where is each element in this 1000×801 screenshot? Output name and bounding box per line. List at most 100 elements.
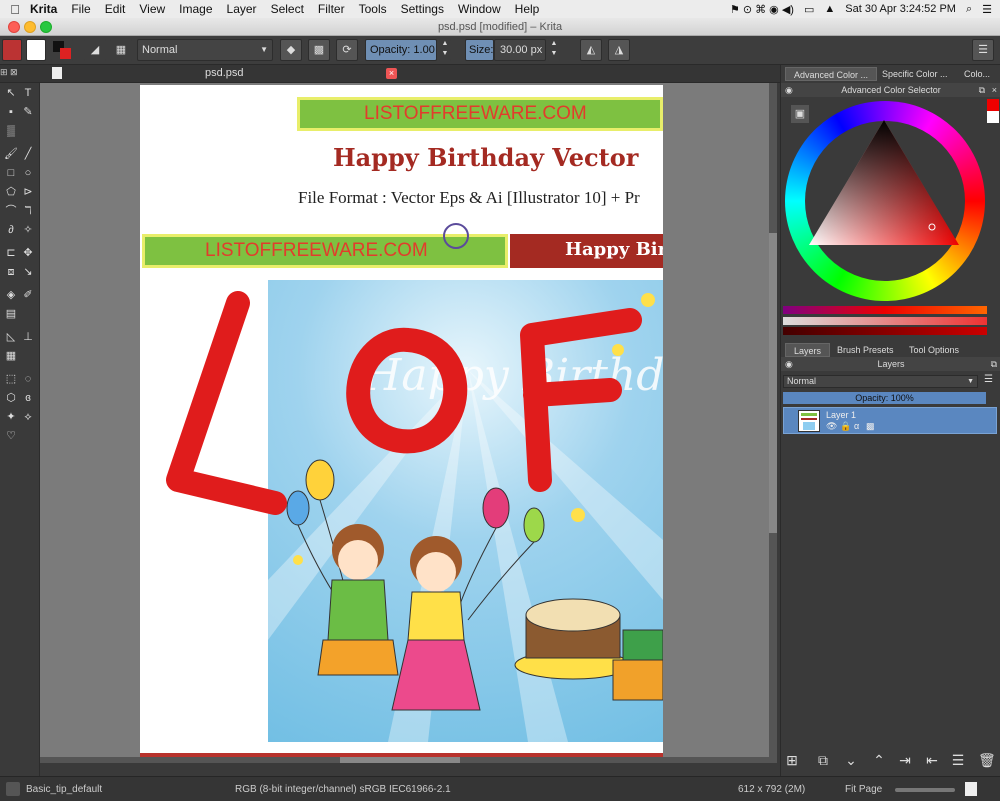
battery-icon[interactable]: ▭ — [804, 3, 814, 16]
close-docker-icon[interactable]: × — [992, 83, 997, 97]
layer-inherit-alpha-icon[interactable]: ▩ — [866, 421, 875, 432]
reference-tool-icon[interactable]: ⊥ — [21, 330, 35, 344]
dynamic-brush-tool-icon[interactable]: ∂ — [4, 223, 18, 237]
zoom-window-button[interactable] — [40, 21, 52, 33]
layer-visibility-icon[interactable]: 👁 — [826, 421, 837, 432]
color-patch-bar-2[interactable] — [783, 327, 987, 335]
horizontal-scrollbar[interactable] — [40, 757, 777, 763]
bezier-tool-icon[interactable]: ⌒ — [4, 204, 18, 218]
bezier-select-tool-icon[interactable]: ♡ — [4, 429, 18, 443]
gradient-icon[interactable]: ◢ — [84, 39, 106, 61]
layer-alpha-icon[interactable]: α — [854, 421, 859, 431]
color-patch-bar-1[interactable] — [783, 317, 987, 325]
rect-select-tool-icon[interactable]: ⬚ — [4, 372, 18, 386]
pattern-icon[interactable]: ▦ — [110, 39, 132, 61]
menu-layer[interactable]: Layer — [227, 2, 257, 16]
tab-specific-color[interactable]: Specific Color ... — [874, 67, 956, 81]
menu-view[interactable]: View — [139, 2, 165, 16]
apple-menu-icon[interactable]:  — [0, 2, 30, 17]
previous-color-swatch[interactable] — [987, 111, 999, 123]
eraser-mode-icon[interactable]: ◆ — [280, 39, 302, 61]
minimize-window-button[interactable] — [24, 21, 36, 33]
layer-opacity-slider[interactable]: Opacity: 100% — [783, 392, 986, 404]
move-layer-down-icon[interactable]: ⌄ — [843, 752, 859, 768]
calligraphy-tool-icon[interactable]: ✎ — [21, 105, 35, 119]
opacity-stepper[interactable]: ▲ ▼ — [439, 39, 451, 61]
tab-tool-options[interactable]: Tool Options — [901, 343, 967, 357]
polyline-tool-icon[interactable]: ⊳ — [21, 185, 35, 199]
tab-brush-presets[interactable]: Brush Presets — [829, 343, 902, 357]
menu-image[interactable]: Image — [179, 2, 212, 16]
menu-settings[interactable]: Settings — [401, 2, 444, 16]
layers-lock-icon[interactable]: ◉ — [785, 357, 793, 371]
layer-row[interactable]: Layer 1 👁 🔒 α ▩ — [783, 407, 997, 434]
airplay-icon[interactable]: ▲ — [824, 3, 835, 15]
opacity-slider[interactable]: Opacity: 1.00 — [365, 39, 437, 61]
tab-advanced-color[interactable]: Advanced Color ... — [785, 67, 878, 81]
clock[interactable]: Sat 30 Apr 3:24:52 PM — [845, 3, 956, 15]
contiguous-select-tool-icon[interactable]: ✦ — [4, 410, 18, 424]
menu-filter[interactable]: Filter — [318, 2, 345, 16]
saturation-value-triangle[interactable] — [809, 120, 969, 250]
document-tab[interactable]: psd.psd — [205, 67, 244, 79]
add-layer-icon[interactable]: ⊞ — [784, 752, 800, 768]
menu-window[interactable]: Window — [458, 2, 501, 16]
menu-edit[interactable]: Edit — [105, 2, 126, 16]
tab-layers[interactable]: Layers — [785, 343, 831, 357]
close-window-button[interactable] — [8, 21, 20, 33]
grid-tool-icon[interactable]: ▦ — [4, 349, 18, 363]
layers-float-icon[interactable]: ⧉ — [991, 357, 997, 371]
color-history-bar[interactable] — [783, 306, 987, 314]
preserve-alpha-icon[interactable]: ▩ — [308, 39, 330, 61]
blend-mode-select[interactable]: Normal ▼ — [137, 39, 273, 61]
measure-tool-icon[interactable]: ◺ — [4, 330, 18, 344]
layer-properties-icon[interactable]: ⇥ — [897, 752, 913, 768]
delete-layer-icon[interactable]: 🗑 — [978, 752, 996, 768]
merge-layer-icon[interactable]: ⇤ — [924, 752, 940, 768]
menu-help[interactable]: Help — [515, 2, 540, 16]
ellipse-tool-icon[interactable]: ○ — [21, 166, 35, 180]
docker-lock-icon[interactable]: ◉ — [785, 83, 793, 97]
notification-center-icon[interactable]: ☰ — [982, 3, 992, 16]
spotlight-icon[interactable]: ⌕ — [966, 3, 972, 16]
close-tab-icon[interactable]: × — [386, 68, 397, 79]
similar-select-tool-icon[interactable]: ⟡ — [21, 410, 35, 424]
color-picker-tool-icon[interactable]: ✐ — [21, 288, 35, 302]
edit-shapes-tool-icon[interactable]: ▪ — [4, 105, 18, 119]
vertical-scrollbar[interactable] — [769, 83, 777, 757]
size-stepper[interactable]: ▲ ▼ — [548, 39, 560, 61]
menu-tools[interactable]: Tools — [359, 2, 387, 16]
toolbar-menu-icon[interactable]: ☰ — [972, 39, 994, 61]
assistant-tool-icon[interactable]: ▤ — [4, 307, 18, 321]
layer-filter-icon[interactable]: ☰ — [984, 374, 993, 385]
brush-tool-icon[interactable]: 🖌 — [4, 147, 18, 161]
tab-colo[interactable]: Colo... — [956, 67, 998, 81]
crop-tool-icon[interactable]: ⊏ — [4, 246, 18, 260]
color-selector-settings-icon[interactable]: ▣ — [791, 105, 809, 123]
freehand-select-tool-icon[interactable]: ɞ — [21, 391, 35, 405]
text-tool-icon[interactable]: T — [21, 86, 35, 100]
layer-menu-icon[interactable]: ☰ — [950, 752, 966, 768]
float-docker-icon[interactable]: ⧉ — [979, 83, 985, 97]
duplicate-layer-icon[interactable]: ⧉ — [815, 752, 831, 768]
transform-tool-icon[interactable]: ⧈ — [4, 265, 18, 279]
freehand-path-tool-icon[interactable]: ℸ — [21, 204, 35, 218]
polygon-tool-icon[interactable]: ⬠ — [4, 185, 18, 199]
brush-preset-button[interactable] — [2, 39, 22, 61]
layer-blend-mode-select[interactable]: Normal ▼ — [783, 375, 978, 388]
layer-lock-icon[interactable]: 🔒 — [840, 421, 851, 432]
current-color-swatch[interactable] — [987, 99, 999, 111]
move-layer-up-icon[interactable]: ⌃ — [871, 752, 887, 768]
document-page[interactable]: LISTOFFREEWARE.COM Happy Birthday Vector… — [140, 85, 663, 763]
rectangle-tool-icon[interactable]: □ — [4, 166, 18, 180]
status-menu-icons[interactable]: ⚑ ⊙ ⌘ ◉ ◀) — [730, 3, 794, 16]
polygon-select-tool-icon[interactable]: ⬡ — [4, 391, 18, 405]
zoom-slider[interactable] — [895, 788, 955, 792]
fill-tool-icon[interactable]: ◈ — [4, 288, 18, 302]
mirror-vertical-icon[interactable]: ◮ — [608, 39, 630, 61]
canvas-area[interactable]: LISTOFFREEWARE.COM Happy Birthday Vector… — [40, 83, 777, 763]
reload-preset-icon[interactable]: ⟳ — [336, 39, 358, 61]
foreground-color-swatch[interactable] — [26, 39, 46, 61]
menu-select[interactable]: Select — [271, 2, 304, 16]
swap-colors-icon[interactable] — [51, 39, 73, 61]
